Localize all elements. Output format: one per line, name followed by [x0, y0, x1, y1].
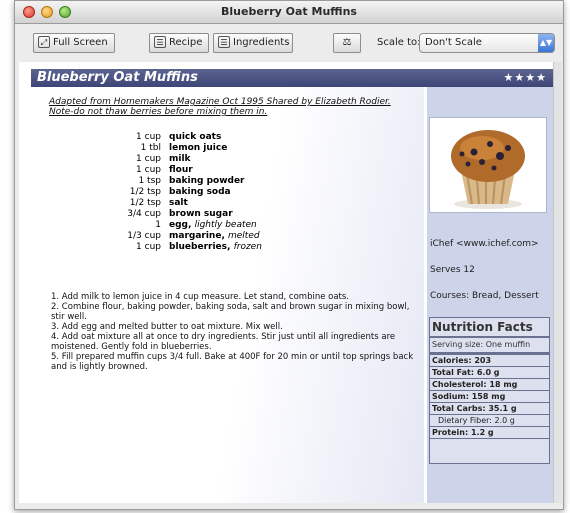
muffin-photo: [429, 117, 547, 213]
recipe-icon: ☰: [154, 36, 166, 48]
scale-icon-button[interactable]: ⚖: [333, 33, 361, 53]
toolbar: ⤢ Full Screen ☰ Recipe ☰ Ingredients ⚖ Scal…: [15, 24, 563, 62]
ingredient-name-text: baking powder: [169, 176, 245, 186]
full-screen-label: Full Screen: [53, 37, 108, 48]
source-line-1: Adapted from Homemakers Magazine Oct 199…: [49, 97, 391, 107]
ingredient-name: milk: [169, 154, 191, 165]
nutrition-row: Protein: 1.2 g: [430, 427, 549, 439]
ingredients-button[interactable]: ☰ Ingredients: [213, 33, 293, 53]
direction-step: 2. Combine flour, baking powder, baking …: [51, 302, 410, 322]
nutrition-row: Cholesterol: 18 mg: [430, 379, 549, 391]
select-arrows-icon: ▲▼: [538, 34, 554, 52]
ingredient-name-text: quick oats: [169, 132, 222, 142]
ingredient-name: quick oats: [169, 132, 221, 143]
sidebar-serves: Serves 12: [430, 265, 475, 275]
ingredient-name-text: blueberries,: [169, 242, 231, 252]
ingredient-note: melted: [228, 231, 260, 241]
nutrition-row: Sodium: 158 mg: [430, 391, 549, 403]
recipe-title-banner: Blueberry Oat Muffins ★★★★: [31, 69, 553, 87]
ingredient-row: 1 egg, lightly beaten: [61, 220, 401, 231]
ingredient-row: 1 tbl lemon juice: [61, 143, 401, 154]
ingredient-name: margarine, melted: [169, 231, 260, 242]
ingredient-row: 3/4 cup brown sugar: [61, 209, 401, 220]
nutrition-rows: Calories: 203 Total Fat: 6.0 g Cholesterol…: [430, 355, 549, 439]
sidebar-courses: Courses: Bread, Dessert: [430, 291, 539, 301]
nutrition-row: Total Fat: 6.0 g: [430, 367, 549, 379]
ingredient-name: blueberries, frozen: [169, 242, 262, 253]
ingredient-row: 1 cup quick oats: [61, 132, 401, 143]
ingredient-row: 1/2 tsp salt: [61, 198, 401, 209]
recipe-label: Recipe: [169, 37, 203, 48]
window-title: Blueberry Oat Muffins: [221, 5, 357, 18]
ingredient-name-text: baking soda: [169, 187, 231, 197]
sidebar-source: iChef <www.ichef.com>: [430, 239, 539, 249]
nutrition-facts-panel: Nutrition Facts Serving size: One muffin…: [429, 317, 550, 464]
ingredient-name: flour: [169, 165, 193, 176]
full-screen-icon: ⤢: [38, 36, 50, 48]
title-bar[interactable]: Blueberry Oat Muffins: [15, 1, 563, 24]
ingredient-amount: 1/2 tsp: [129, 198, 161, 208]
source-line-2: Note-do not thaw berries before mixing t…: [49, 107, 268, 117]
ingredients-label: Ingredients: [233, 37, 290, 48]
ingredient-amount: 1 tbl: [140, 143, 161, 153]
ingredient-note: frozen: [233, 242, 262, 252]
ingredient-amount: 1 cup: [136, 132, 161, 142]
ingredient-row: 1 cup flour: [61, 165, 401, 176]
nutrition-title: Nutrition Facts: [430, 318, 549, 338]
recipe-window: Blueberry Oat Muffins ⤢ Full Screen ☰ Reci…: [14, 0, 564, 510]
ingredient-amount: 1/2 tsp: [129, 187, 161, 197]
direction-step: 1. Add milk to lemon juice in 4 cup meas…: [51, 292, 350, 302]
direction-step: 4. Add oat mixture all at once to dry in…: [51, 332, 396, 352]
ingredient-row: 1/3 cup margarine, melted: [61, 231, 401, 242]
nutrition-row: Calories: 203: [430, 355, 549, 367]
ingredient-name: brown sugar: [169, 209, 233, 220]
nutrition-row: Dietary Fiber: 2.0 g: [430, 415, 549, 427]
recipe-title: Blueberry Oat Muffins: [37, 70, 198, 85]
ingredient-name: baking powder: [169, 176, 245, 187]
direction-step: 5. Fill prepared muffin cups 3/4 full. B…: [51, 352, 414, 372]
ingredient-name-text: margarine,: [169, 231, 225, 241]
ingredient-name-text: egg,: [169, 220, 192, 230]
recipe-view: Blueberry Oat Muffins ★★★★ Adapted from …: [19, 62, 553, 503]
recipe-body: Adapted from Homemakers Magazine Oct 199…: [31, 87, 424, 503]
ingredient-note: lightly beaten: [194, 220, 257, 230]
scale-icon: ⚖: [342, 37, 352, 48]
rating-stars: ★★★★: [503, 71, 547, 84]
ingredient-amount: 1 cup: [136, 242, 161, 252]
ingredient-name: baking soda: [169, 187, 231, 198]
ingredient-row: 1/2 tsp baking soda: [61, 187, 401, 198]
ingredient-name-text: flour: [169, 165, 193, 175]
ingredient-name-text: milk: [169, 154, 191, 164]
ingredient-name: lemon juice: [169, 143, 227, 154]
ingredient-amount: 1 tsp: [138, 176, 161, 186]
ingredient-row: 1 cup blueberries, frozen: [61, 242, 401, 253]
ingredients-icon: ☰: [218, 36, 230, 48]
ingredient-name-text: lemon juice: [169, 143, 228, 153]
ingredient-name: salt: [169, 198, 188, 209]
ingredient-amount: 1 cup: [136, 154, 161, 164]
ingredient-amount: 1: [155, 220, 161, 230]
recipe-sidebar: iChef <www.ichef.com> Serves 12 Courses:…: [427, 87, 553, 503]
vertical-scrollbar[interactable]: [553, 62, 562, 503]
ingredient-amount: 3/4 cup: [127, 209, 161, 219]
direction-step: 3. Add egg and melted butter to oat mixt…: [51, 322, 283, 332]
scale-label: Scale to:: [377, 37, 421, 48]
ingredient-row: 1 tsp baking powder: [61, 176, 401, 187]
recipe-source-note: Adapted from Homemakers Magazine Oct 199…: [49, 97, 409, 117]
full-screen-button[interactable]: ⤢ Full Screen: [33, 33, 115, 53]
ingredient-name: egg, lightly beaten: [169, 220, 257, 231]
ingredient-name-text: salt: [169, 198, 188, 208]
nutrition-row: Total Carbs: 35.1 g: [430, 403, 549, 415]
ingredient-name-text: brown sugar: [169, 209, 233, 219]
ingredient-amount: 1 cup: [136, 165, 161, 175]
scale-select[interactable]: Don't Scale ▲▼: [419, 33, 555, 53]
scale-select-value: Don't Scale: [425, 37, 482, 48]
muffin-image: [430, 118, 546, 212]
nutrition-serving: Serving size: One muffin: [430, 338, 549, 355]
ingredient-amount: 1/3 cup: [127, 231, 161, 241]
ingredient-row: 1 cup milk: [61, 154, 401, 165]
recipe-button[interactable]: ☰ Recipe: [149, 33, 209, 53]
